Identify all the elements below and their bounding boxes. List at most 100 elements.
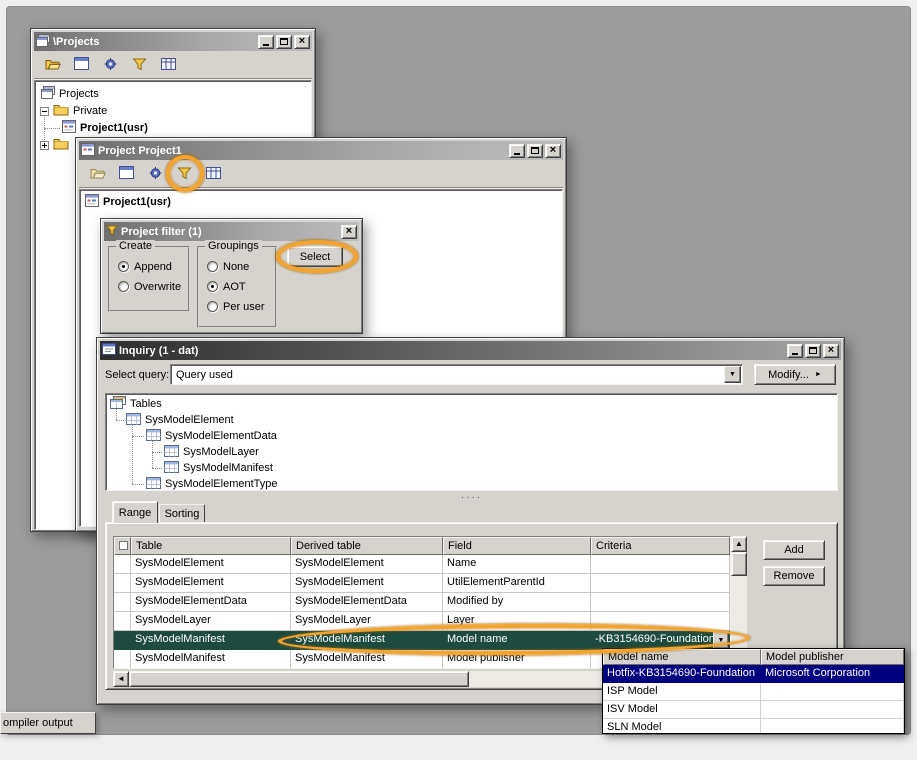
modify-button[interactable]: Modify... ► bbox=[754, 364, 836, 385]
tree-item-private[interactable]: Private bbox=[40, 103, 107, 119]
cell-derived-table[interactable]: SysModelElement bbox=[291, 555, 443, 574]
scroll-up-button[interactable]: ▲ bbox=[731, 536, 747, 552]
radio-aot[interactable]: AOT bbox=[207, 280, 246, 293]
cell-table[interactable]: SysModelElement bbox=[131, 574, 291, 593]
open-button[interactable] bbox=[85, 163, 110, 185]
cell-field[interactable]: Name bbox=[443, 555, 591, 574]
compiler-output-window-fragment[interactable]: ompiler output bbox=[0, 712, 96, 734]
close-button[interactable]: × bbox=[341, 225, 357, 239]
minimize-button[interactable] bbox=[258, 35, 274, 49]
cell-criteria[interactable] bbox=[591, 612, 730, 631]
cell-table[interactable]: SysModelLayer bbox=[131, 612, 291, 631]
tree-item-project1[interactable]: Project1(usr) bbox=[85, 194, 171, 210]
select-button[interactable]: Select bbox=[287, 246, 343, 267]
expand-box-icon[interactable] bbox=[40, 141, 49, 150]
column-header-table[interactable]: Table bbox=[131, 537, 291, 555]
select-query-combobox[interactable]: Query used ▼ bbox=[170, 364, 743, 385]
maximize-button[interactable] bbox=[276, 35, 292, 49]
scrollbar-thumb[interactable] bbox=[731, 552, 747, 576]
close-button[interactable]: × bbox=[294, 35, 310, 49]
cell-derived-table[interactable]: SysModelManifest bbox=[291, 631, 443, 650]
row-selector-cell[interactable] bbox=[114, 612, 131, 631]
cell-field[interactable]: Layer bbox=[443, 612, 591, 631]
maximize-button[interactable] bbox=[805, 344, 821, 358]
inquiry-titlebar[interactable]: Inquiry (1 - dat) × bbox=[100, 341, 841, 360]
compile-button[interactable] bbox=[98, 54, 123, 76]
row-selector-cell[interactable] bbox=[114, 593, 131, 612]
filter-dialog-titlebar[interactable]: Project filter (1) × bbox=[104, 222, 359, 241]
row-selector-header[interactable] bbox=[114, 537, 131, 555]
filter-button[interactable] bbox=[172, 163, 197, 185]
lookup-column-model-name[interactable]: Model name bbox=[603, 649, 761, 665]
column-header-criteria[interactable]: Criteria bbox=[591, 537, 730, 555]
cell-derived-table[interactable]: SysModelManifest bbox=[291, 650, 443, 669]
cell-derived-table[interactable]: SysModelElementData bbox=[291, 593, 443, 612]
project-titlebar[interactable]: Project Project1 × bbox=[79, 141, 563, 160]
lookup-cell[interactable] bbox=[761, 683, 904, 701]
tree-item-sysmodelelementdata[interactable]: SysModelElementData bbox=[146, 428, 277, 444]
tree-item-tables[interactable]: Tables bbox=[110, 396, 162, 412]
maximize-button[interactable] bbox=[527, 144, 543, 158]
minimize-button[interactable] bbox=[509, 144, 525, 158]
grid-view-button[interactable] bbox=[201, 163, 226, 185]
scroll-left-button[interactable]: ◄ bbox=[113, 671, 129, 687]
lookup-cell[interactable]: SLN Model bbox=[603, 719, 761, 734]
cell-field[interactable]: Modified by bbox=[443, 593, 591, 612]
row-selector-cell[interactable] bbox=[114, 574, 131, 593]
lookup-cell[interactable]: ISV Model bbox=[603, 701, 761, 719]
lookup-row[interactable]: ISP Model bbox=[603, 683, 904, 701]
cell-field[interactable]: UtilElementParentId bbox=[443, 574, 591, 593]
filter-button[interactable] bbox=[127, 54, 152, 76]
criteria-dropdown-button[interactable]: ▼ bbox=[713, 631, 729, 649]
column-header-derived-table[interactable]: Derived table bbox=[291, 537, 443, 555]
tree-item-projects-root[interactable]: Projects bbox=[41, 86, 99, 102]
cell-derived-table[interactable]: SysModelLayer bbox=[291, 612, 443, 631]
lookup-cell[interactable]: ISP Model bbox=[603, 683, 761, 701]
tab-sorting[interactable]: Sorting bbox=[159, 504, 205, 522]
grid-view-button[interactable] bbox=[156, 54, 181, 76]
cell-criteria[interactable] bbox=[591, 555, 730, 574]
lookup-cell[interactable]: Hotfix-KB3154690-Foundation bbox=[603, 665, 761, 683]
close-button[interactable]: × bbox=[545, 144, 561, 158]
cell-table[interactable]: SysModelElementData bbox=[131, 593, 291, 612]
tab-range[interactable]: Range bbox=[112, 501, 158, 523]
grid-row[interactable]: SysModelElementData SysModelElementData … bbox=[114, 593, 730, 612]
compile-button[interactable] bbox=[143, 163, 168, 185]
cell-table[interactable]: SysModelManifest bbox=[131, 650, 291, 669]
grid-row[interactable]: SysModelElement SysModelElement UtilElem… bbox=[114, 574, 730, 593]
radio-overwrite[interactable]: Overwrite bbox=[118, 280, 181, 293]
close-button[interactable]: × bbox=[823, 344, 839, 358]
lookup-column-model-publisher[interactable]: Model publisher bbox=[761, 649, 904, 665]
tree-item-sysmodellayer[interactable]: SysModelLayer bbox=[164, 444, 259, 460]
cell-field[interactable]: Model name bbox=[443, 631, 591, 650]
tree-item-project1[interactable]: Project1(usr) bbox=[62, 120, 148, 136]
tree-item-sysmodelelement[interactable]: SysModelElement bbox=[126, 412, 234, 428]
cell-criteria[interactable] bbox=[591, 574, 730, 593]
scrollbar-thumb[interactable] bbox=[129, 671, 469, 687]
lookup-row[interactable]: ISV Model bbox=[603, 701, 904, 719]
tree-item-sysmodelmanifest[interactable]: SysModelManifest bbox=[164, 460, 273, 476]
cell-table[interactable]: SysModelElement bbox=[131, 555, 291, 574]
open-button[interactable] bbox=[40, 54, 65, 76]
new-window-button[interactable] bbox=[69, 54, 94, 76]
new-window-button[interactable] bbox=[114, 163, 139, 185]
lookup-row[interactable]: SLN Model bbox=[603, 719, 904, 734]
grid-row[interactable]: SysModelLayer SysModelLayer Layer bbox=[114, 612, 730, 631]
splitter-handle[interactable]: ···· bbox=[105, 495, 838, 501]
lookup-cell[interactable]: Microsoft Corporation bbox=[761, 665, 904, 683]
row-selector-cell[interactable] bbox=[114, 555, 131, 574]
add-button[interactable]: Add bbox=[763, 540, 825, 560]
lookup-row-selected[interactable]: Hotfix-KB3154690-Foundation Microsoft Co… bbox=[603, 665, 904, 683]
radio-per-user[interactable]: Per user bbox=[207, 300, 265, 313]
lookup-cell[interactable] bbox=[761, 701, 904, 719]
column-header-field[interactable]: Field bbox=[443, 537, 591, 555]
collapse-box-icon[interactable] bbox=[40, 107, 49, 116]
cell-criteria[interactable] bbox=[591, 593, 730, 612]
minimize-button[interactable] bbox=[787, 344, 803, 358]
cell-derived-table[interactable]: SysModelElement bbox=[291, 574, 443, 593]
row-selector-cell[interactable] bbox=[114, 650, 131, 669]
tree-item-shared-folder[interactable] bbox=[40, 137, 73, 153]
radio-append[interactable]: Append bbox=[118, 260, 172, 273]
cell-field[interactable]: Model publisher bbox=[443, 650, 591, 669]
tree-item-sysmodelelementtype[interactable]: SysModelElementType bbox=[146, 476, 278, 492]
